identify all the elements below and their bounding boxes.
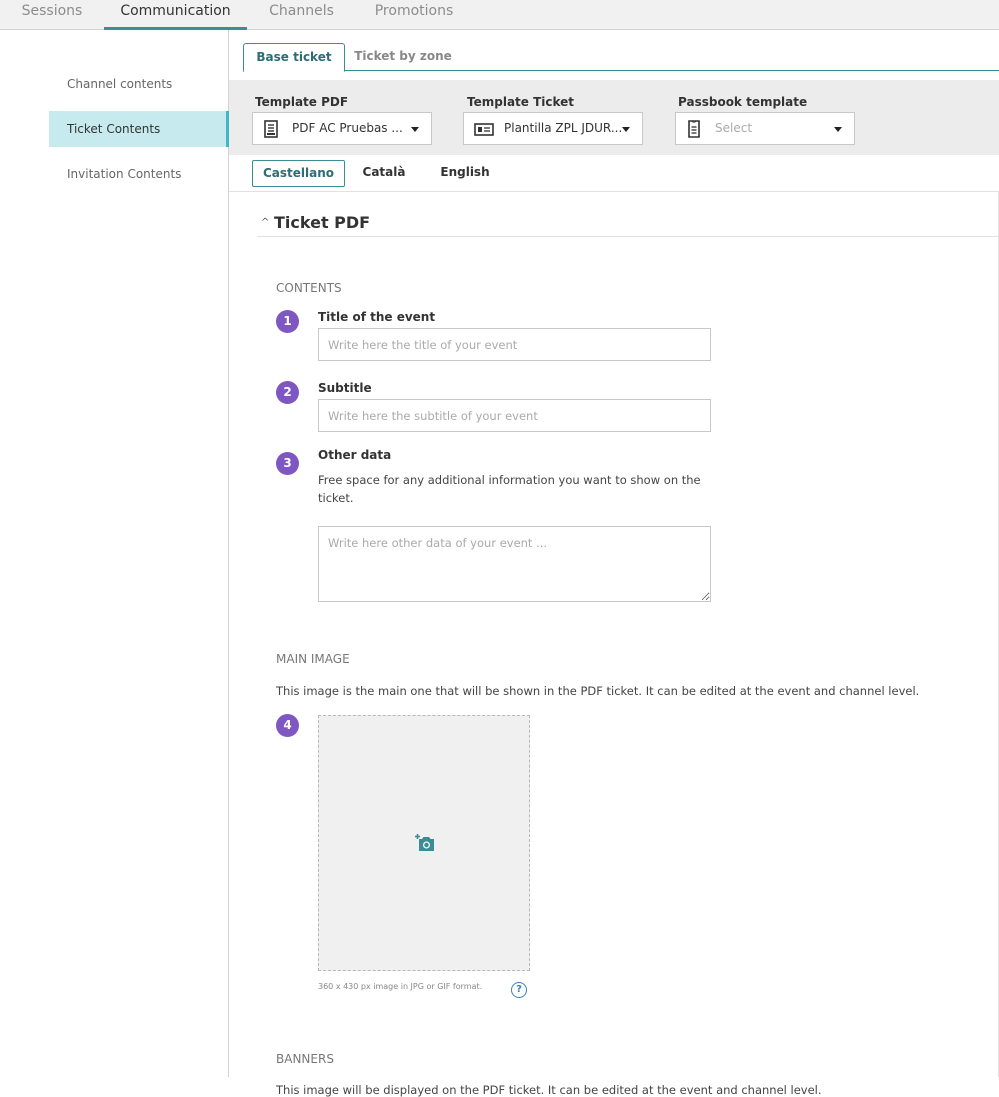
- chevron-down-icon: [622, 127, 630, 132]
- tab-lang-catala[interactable]: Català: [355, 160, 413, 187]
- main-image-description: This image is the main one that will be …: [276, 684, 920, 698]
- template-pdf-value: PDF AC Pruebas ...: [292, 121, 403, 135]
- sidebar-item-invitation-contents[interactable]: Invitation Contents: [49, 156, 229, 192]
- tab-base-ticket[interactable]: Base ticket: [243, 43, 345, 72]
- tab-channels[interactable]: Channels: [247, 0, 356, 30]
- top-nav: Sessions Communication Channels Promotio…: [0, 0, 999, 30]
- section-title: Ticket PDF: [274, 213, 371, 232]
- chevron-down-icon: [834, 127, 842, 132]
- tab-lang-english[interactable]: English: [429, 160, 501, 187]
- banners-description: This image will be displayed on the PDF …: [276, 1083, 822, 1097]
- other-data-label: Other data: [318, 448, 392, 462]
- document-icon: [264, 120, 278, 138]
- chevron-down-icon: [411, 127, 419, 132]
- banners-heading: BANNERS: [276, 1052, 334, 1066]
- sidebar-item-ticket-contents[interactable]: Ticket Contents: [49, 111, 229, 147]
- section-header: ^ Ticket PDF: [257, 213, 999, 237]
- tab-communication[interactable]: Communication: [104, 0, 247, 30]
- ticket-subtabs: Base ticket Ticket by zone: [243, 43, 999, 72]
- other-data-help: Free space for any additional informatio…: [318, 473, 701, 505]
- passbook-icon: [688, 120, 700, 138]
- subtitle-label: Subtitle: [318, 381, 372, 395]
- other-data-textarea[interactable]: [318, 526, 711, 602]
- template-ticket-value: Plantilla ZPL JDUR...: [504, 121, 623, 135]
- language-tabs: Castellano Català English: [229, 155, 999, 192]
- passbook-template-label: Passbook template: [678, 95, 808, 109]
- ticket-pdf-panel: ^ Ticket PDF CONTENTS 1 Title of the eve…: [229, 192, 999, 1097]
- sidebar-item-channel-contents[interactable]: Channel contents: [49, 66, 229, 102]
- template-pdf-label: Template PDF: [255, 95, 349, 109]
- help-icon[interactable]: ?: [511, 982, 527, 998]
- step-badge-1: 1: [276, 310, 299, 333]
- title-label: Title of the event: [318, 310, 436, 324]
- main-image-note: 360 x 430 px image in JPG or GIF format.: [318, 982, 483, 991]
- template-bar: Template PDF PDF AC Pruebas ... Template…: [229, 80, 999, 155]
- main-image-upload[interactable]: [318, 715, 530, 971]
- passbook-template-placeholder: Select: [715, 121, 753, 135]
- tab-ticket-by-zone[interactable]: Ticket by zone: [351, 43, 455, 71]
- step-badge-4: 4: [276, 714, 299, 737]
- subtitle-input[interactable]: [318, 399, 711, 432]
- tab-sessions[interactable]: Sessions: [0, 0, 104, 30]
- tab-lang-castellano[interactable]: Castellano: [252, 160, 345, 187]
- step-badge-3: 3: [276, 452, 299, 475]
- template-pdf-select[interactable]: PDF AC Pruebas ...: [252, 112, 432, 145]
- chevron-up-icon[interactable]: ^: [261, 217, 269, 228]
- title-input[interactable]: [318, 328, 711, 361]
- sidebar: Channel contents Ticket Contents Invitat…: [0, 30, 229, 1077]
- step-badge-2: 2: [276, 381, 299, 404]
- main-image-heading: MAIN IMAGE: [276, 652, 350, 666]
- tab-promotions[interactable]: Promotions: [356, 0, 472, 30]
- template-ticket-select[interactable]: Plantilla ZPL JDUR...: [463, 112, 643, 145]
- passbook-template-select[interactable]: Select: [675, 112, 855, 145]
- ticket-icon: [474, 123, 494, 136]
- template-ticket-label: Template Ticket: [467, 95, 575, 109]
- contents-heading: CONTENTS: [276, 281, 342, 295]
- add-photo-icon: [415, 834, 434, 851]
- main-panel: Base ticket Ticket by zone Template PDF …: [229, 30, 999, 1097]
